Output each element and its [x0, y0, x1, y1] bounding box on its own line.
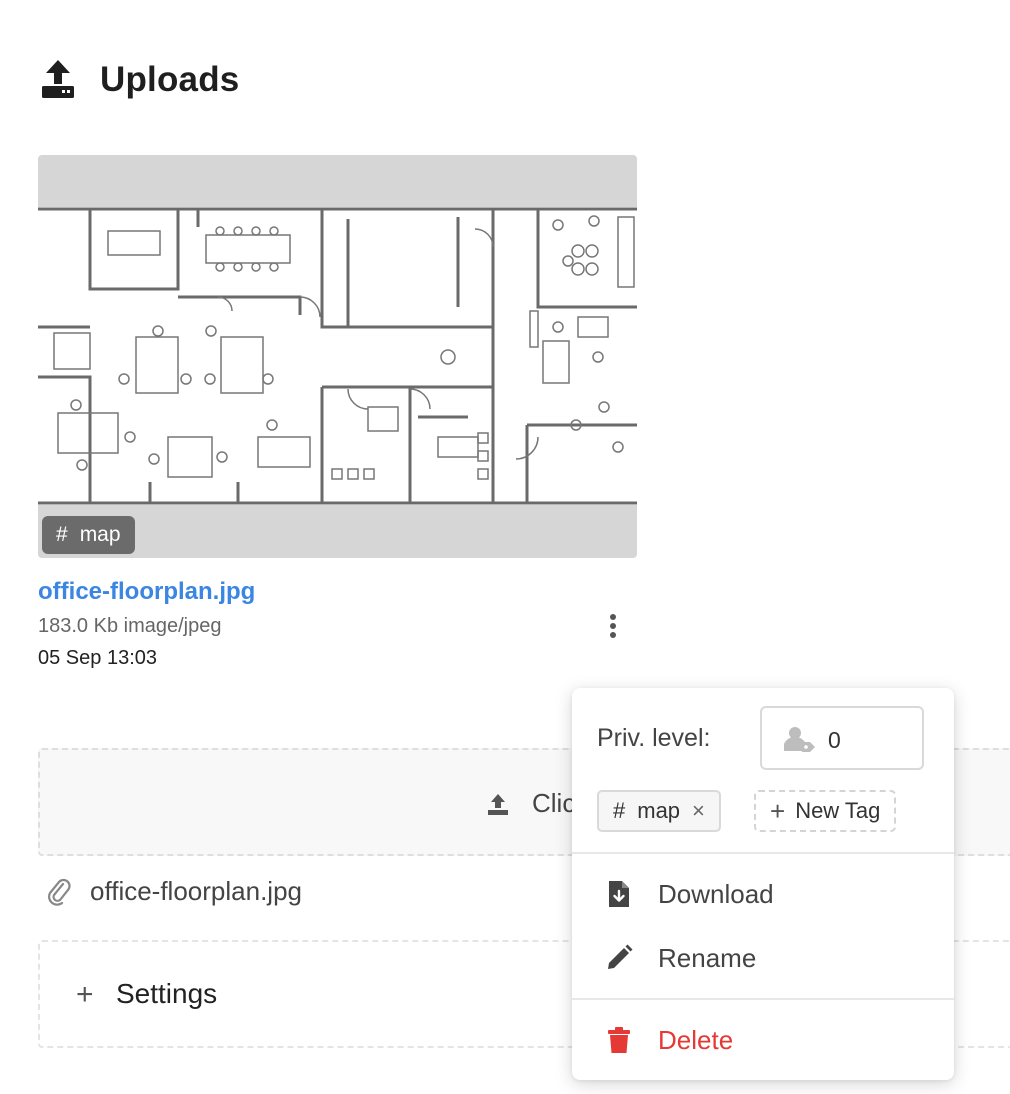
- hash-icon: #: [56, 523, 68, 546]
- menu-item-rename[interactable]: Rename: [572, 928, 954, 988]
- close-icon[interactable]: ×: [692, 798, 705, 824]
- dropzone-content: Clic: [486, 788, 575, 819]
- tag-chip-map[interactable]: # map ×: [597, 790, 721, 832]
- page-header: Uploads: [40, 58, 239, 102]
- file-download-icon: [609, 881, 629, 907]
- upload-icon: [42, 60, 74, 98]
- kebab-dot: [610, 614, 616, 620]
- user-tag-icon: [784, 727, 815, 752]
- new-tag-label: New Tag: [795, 798, 881, 823]
- menu-item-label: Rename: [658, 942, 757, 973]
- plus-icon: +: [76, 978, 94, 1011]
- file-context-menu: Priv. level: # map × + New Tag: [572, 688, 954, 1080]
- kebab-dot: [610, 632, 616, 638]
- tag-chip-label: map: [637, 798, 681, 823]
- pencil-icon: [608, 944, 633, 969]
- thumbnail-tag-label: map: [79, 523, 121, 546]
- menu-item-download[interactable]: Download: [572, 864, 954, 924]
- file-thumbnail[interactable]: # map: [38, 155, 637, 558]
- file-meta: 183.0 Kb image/jpeg: [38, 615, 222, 637]
- attachment-name: office-floorplan.jpg: [90, 876, 302, 906]
- thumbnail-tag-badge[interactable]: # map: [42, 516, 135, 554]
- attachment-row[interactable]: office-floorplan.jpg: [46, 876, 302, 907]
- settings-label: Settings: [116, 978, 218, 1009]
- more-vertical-icon[interactable]: [600, 608, 626, 644]
- menu-divider: [572, 852, 954, 854]
- dropzone-text: Clic: [532, 788, 576, 818]
- floorplan-image: [38, 207, 637, 505]
- priv-level-input[interactable]: [826, 722, 910, 758]
- priv-level-field[interactable]: [760, 706, 924, 770]
- menu-item-label: Download: [658, 878, 774, 909]
- plus-icon: +: [770, 795, 786, 826]
- menu-item-label: Delete: [658, 1024, 734, 1055]
- upload-icon: [488, 793, 508, 815]
- file-name-link[interactable]: office-floorplan.jpg: [38, 578, 255, 606]
- uploads-page: Uploads # map office-floorplan.jpg 183.0…: [0, 0, 1010, 1094]
- page-title: Uploads: [100, 60, 240, 99]
- hash-icon: #: [613, 798, 626, 823]
- kebab-dot: [610, 623, 616, 629]
- menu-divider: [572, 998, 954, 1000]
- new-tag-button[interactable]: + New Tag: [754, 790, 897, 832]
- priv-level-label: Priv. level:: [597, 724, 711, 752]
- file-date: 05 Sep 13:03: [38, 647, 157, 669]
- trash-icon: [608, 1027, 630, 1053]
- paperclip-icon: [48, 878, 71, 906]
- menu-item-delete[interactable]: Delete: [572, 1010, 954, 1070]
